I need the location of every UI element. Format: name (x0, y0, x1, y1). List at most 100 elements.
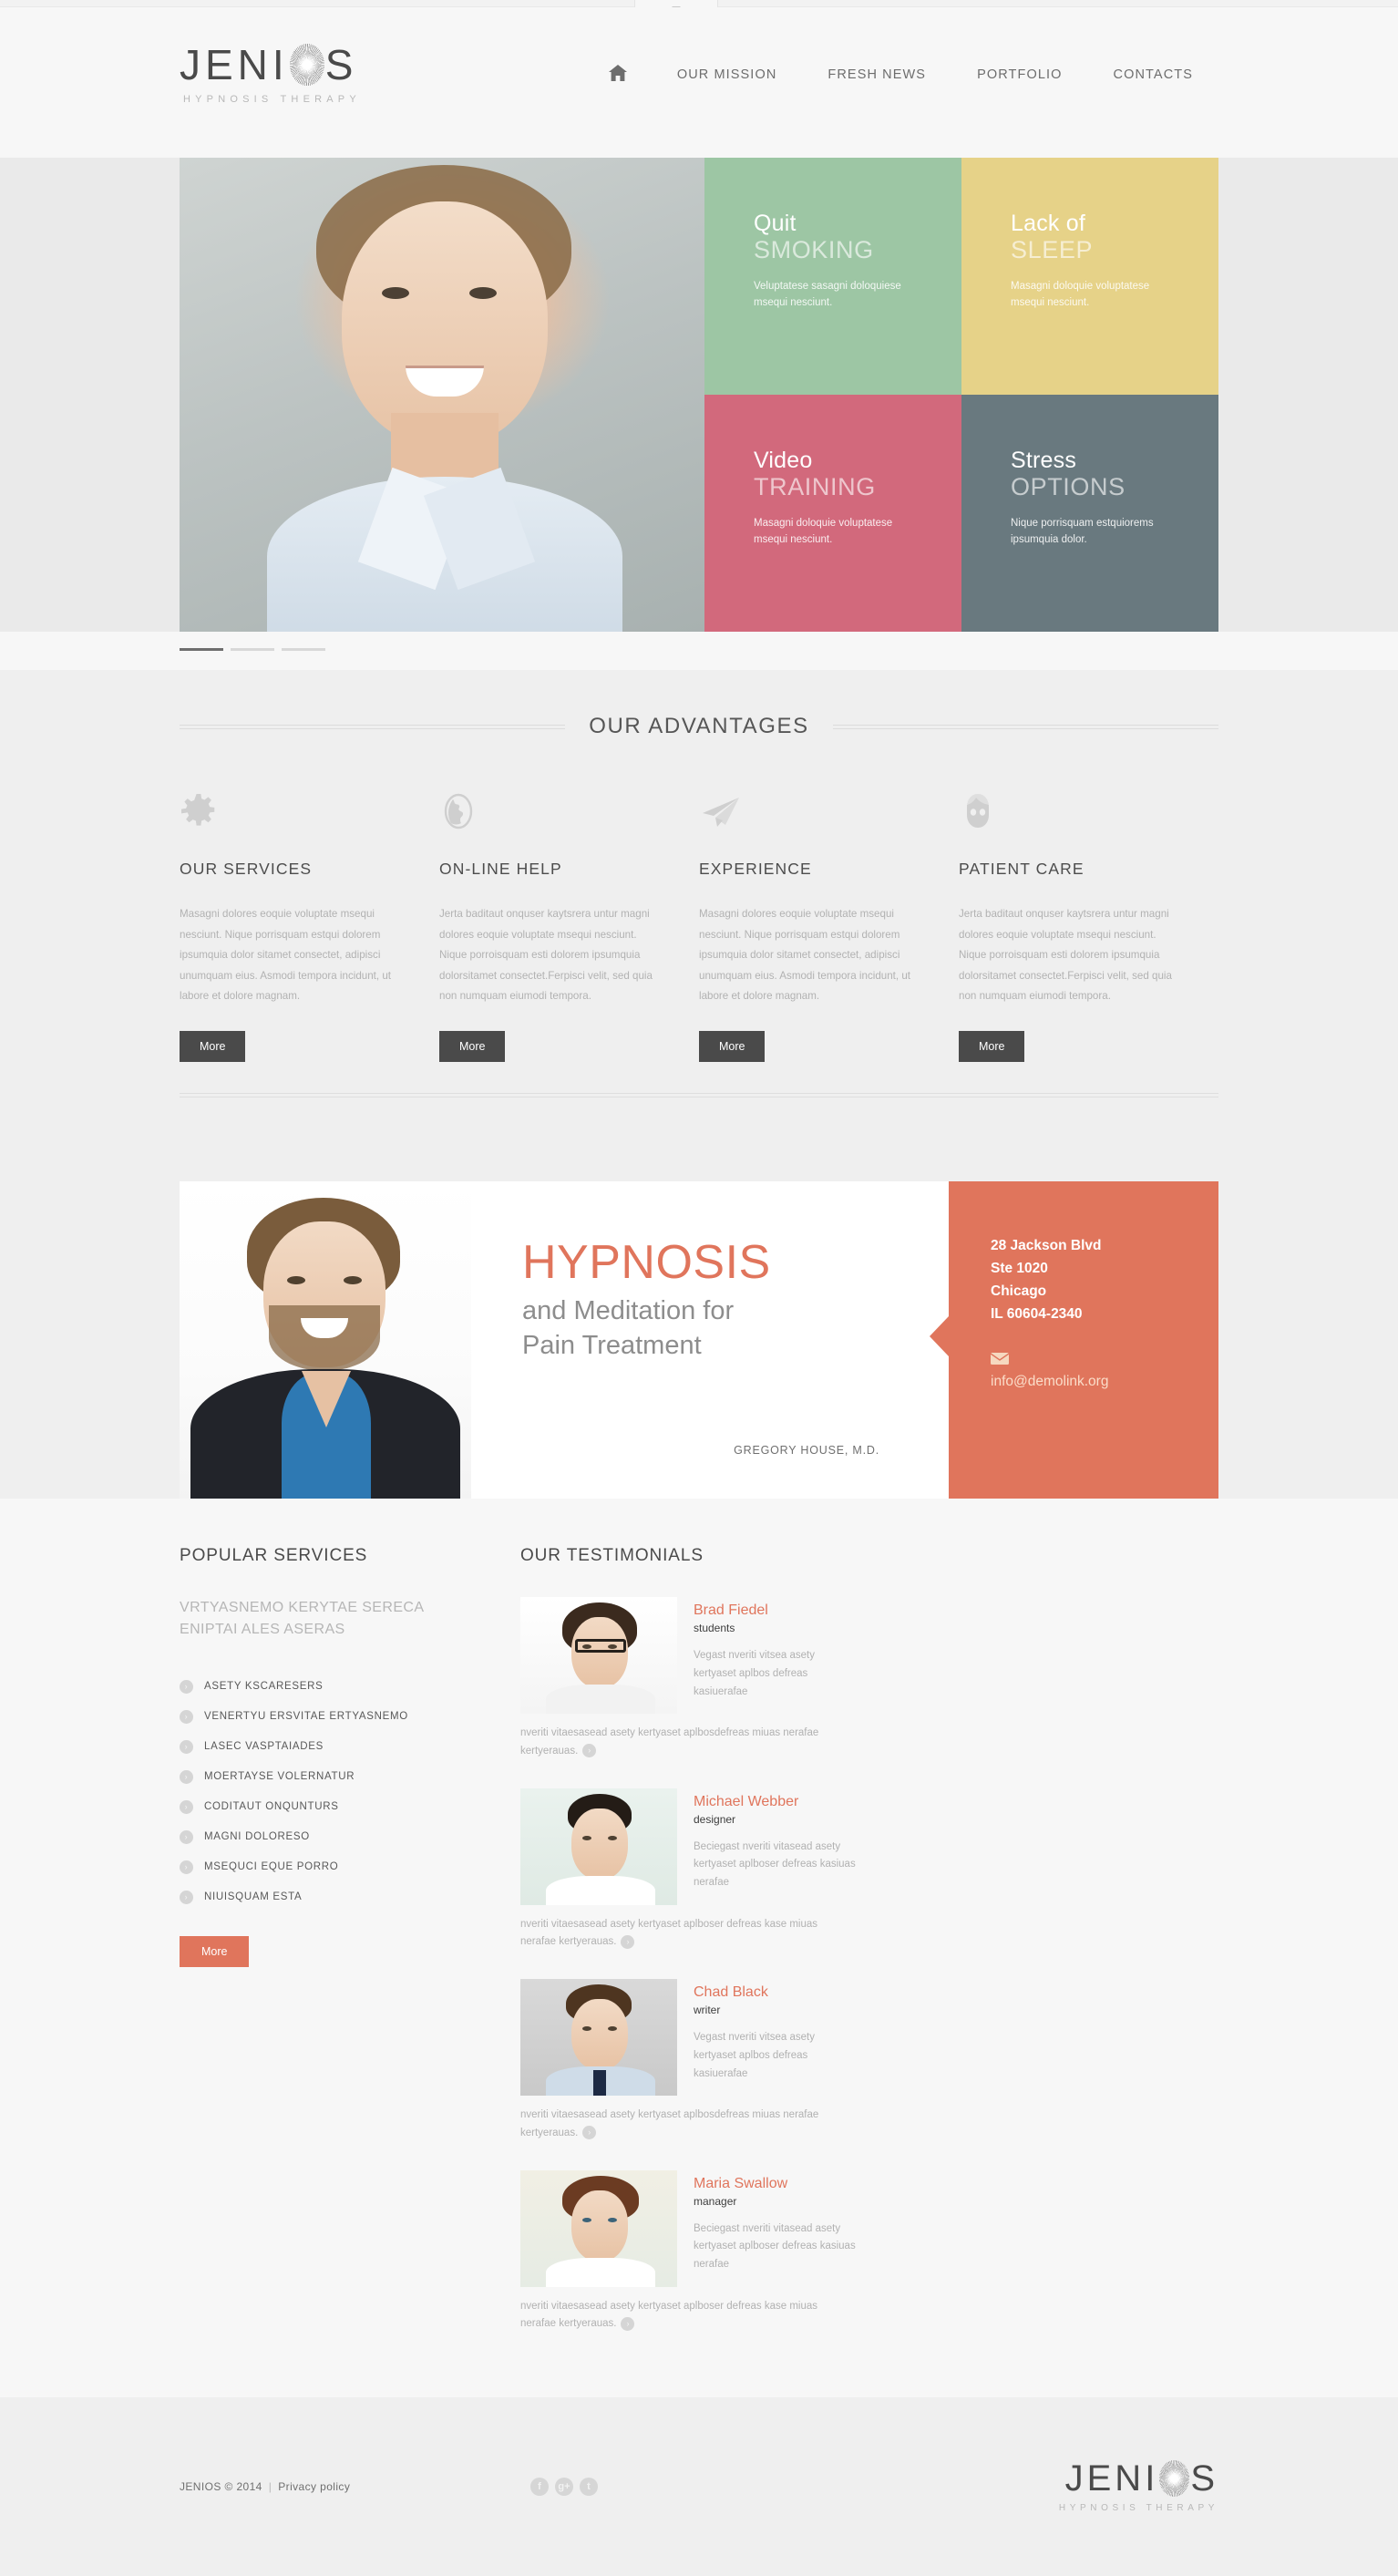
testimonials-block: OUR TESTIMONIALS Brad Fiedel students Ve… (520, 1546, 1218, 2334)
testimonial-card: Maria Swallow manager Beciegast nveriti … (520, 2169, 856, 2334)
testimonial-card: Chad Black writer Vegast nveriti vitsea … (520, 1979, 856, 2143)
chevron-right-icon[interactable]: › (621, 2316, 635, 2331)
hero-tile-title: Quit SMOKING (754, 211, 874, 263)
promo-address-panel: 28 Jackson Blvd Ste 1020 Chicago IL 6060… (930, 1180, 1218, 1499)
promo-title: HYPNOSIS (522, 1235, 771, 1289)
lower-section: POPULAR SERVICES VRTYASNEMO KERYTAE SERE… (0, 1498, 1398, 2334)
footer-brand-wordmark: JENI S (1055, 2458, 1218, 2499)
list-item[interactable]: › MAGNI DOLORESO (180, 1822, 478, 1852)
chevron-right-icon[interactable]: › (582, 1744, 597, 1758)
chevron-right-icon[interactable]: › (582, 2126, 597, 2140)
popular-services-lead: VRTYASNEMO KERYTAE SERECA ENIPTAI ALES A… (180, 1599, 425, 1637)
list-item[interactable]: › ASETY KSCARESERS (180, 1672, 478, 1702)
twitter-icon[interactable]: t (580, 2478, 598, 2497)
testimonial-card: Brad Fiedel students Vegast nveriti vits… (520, 1596, 856, 1761)
testimonial-footer: nveriti vitaesasead asety kertyaset aplb… (520, 1918, 817, 1949)
envelope-icon (990, 1353, 1010, 1365)
advantage-card-patient-care: PATIENT CARE Jerta baditaut onquser kayt… (959, 792, 1218, 1062)
slider-pagination-band (0, 632, 1398, 670)
chevron-right-icon: › (180, 1890, 193, 1904)
paper-plane-icon (699, 792, 913, 849)
slider-dot-1[interactable] (180, 648, 223, 651)
popular-services-block: POPULAR SERVICES VRTYASNEMO KERYTAE SERE… (180, 1546, 478, 2334)
brand-name-part2: S (324, 41, 358, 88)
top-strip (0, 0, 1398, 20)
sunburst-icon (1159, 2460, 1190, 2498)
advantage-text: Masagni dolores eoquie voluptate msequi … (180, 908, 391, 1003)
hero-tile-title: Stress OPTIONS (1011, 448, 1126, 500)
chevron-right-icon: › (180, 1739, 193, 1754)
list-item[interactable]: › CODITAUT ONQUNTURS (180, 1792, 478, 1822)
globe-icon (439, 792, 653, 849)
hero-tile-quit-smoking[interactable]: Quit SMOKING Veluptatese sasagni doloqui… (704, 158, 961, 395)
hero-tile-text: Nique porrisquam estquiorems ipsumquia d… (1011, 518, 1154, 545)
list-item[interactable]: › LASEC VASPTAIADES (180, 1732, 478, 1762)
promo-email-link[interactable]: info@demolink.org (991, 1374, 1218, 1390)
advantage-more-button[interactable]: More (699, 1030, 766, 1062)
brand-logo[interactable]: JENI S HYPNOSIS THERAPY (180, 44, 361, 105)
testimonial-card: Michael Webber designer Beciegast nverit… (520, 1788, 856, 1953)
brand-wordmark: JENI S (180, 44, 361, 86)
popular-services-list: › ASETY KSCARESERS › VENERTYU ERSVITAE ERT… (180, 1672, 478, 1912)
nav-item-portfolio[interactable]: PORTFOLIO (951, 67, 1087, 82)
site-footer: JENIOS © 2014 | Privacy policy f g+ t JENI… (0, 2397, 1398, 2576)
hero-tile-video-training[interactable]: Video TRAINING Masagni doloquie voluptat… (704, 395, 961, 632)
brand-tagline: HYPNOSIS THERAPY (183, 94, 361, 105)
testimonial-role: designer (694, 1812, 736, 1826)
testimonial-footer: nveriti vitaesasead asety kertyaset aplb… (520, 2109, 819, 2140)
list-item[interactable]: › MSEQUCI EQUE PORRO (180, 1852, 478, 1882)
testimonial-name: Brad Fiedel (694, 1602, 768, 1618)
page-root: JENI S HYPNOSIS THERAPY OUR MISSION FRES… (0, 0, 1398, 2576)
avatar (520, 1596, 677, 1714)
rule-left (180, 724, 566, 729)
footer-copyright: JENIOS © 2014 | Privacy policy (180, 2480, 351, 2494)
footer-brand-logo[interactable]: JENI S HYPNOSIS THERAPY (1055, 2460, 1218, 2513)
advantage-title: PATIENT CARE (959, 860, 1084, 878)
slider-dot-2[interactable] (231, 648, 274, 651)
nav-item-our-mission[interactable]: OUR MISSION (652, 67, 803, 82)
site-header: JENI S HYPNOSIS THERAPY OUR MISSION FRES… (0, 7, 1398, 158)
chevron-right-icon: › (180, 1679, 193, 1694)
popular-services-heading: POPULAR SERVICES (180, 1545, 368, 1565)
hero-tile-title: Lack of SLEEP (1011, 211, 1094, 263)
hero-tile-lack-of-sleep[interactable]: Lack of SLEEP Masagni doloquie voluptate… (961, 158, 1218, 395)
advantage-card-our-services: OUR SERVICES Masagni dolores eoquie volu… (180, 792, 439, 1062)
advantage-text: Jerta baditaut onquser kaytsrera untur m… (959, 908, 1172, 1003)
nav-item-home[interactable] (582, 64, 652, 86)
footer-brand-tagline: HYPNOSIS THERAPY (1058, 2503, 1218, 2514)
advantage-more-button[interactable]: More (959, 1030, 1025, 1062)
advantage-card-online-help: ON-LINE HELP Jerta baditaut onquser kayt… (439, 792, 699, 1062)
list-item[interactable]: › NIUISQUAM ESTA (180, 1882, 478, 1912)
advantage-card-experience: EXPERIENCE Masagni dolores eoquie volupt… (699, 792, 959, 1062)
facebook-icon[interactable]: f (530, 2478, 549, 2497)
hero-tile-stress-options[interactable]: Stress OPTIONS Nique porrisquam estquior… (961, 395, 1218, 632)
testimonial-quote: Vegast nveriti vitsea asety kertyaset ap… (694, 1649, 815, 1697)
testimonial-role: manager (694, 2194, 737, 2208)
list-item[interactable]: › VENERTYU ERSVITAE ERTYASNEMO (180, 1702, 478, 1732)
privacy-policy-link[interactable]: Privacy policy (278, 2480, 350, 2493)
advantage-more-button[interactable]: More (180, 1030, 246, 1062)
advantage-title: OUR SERVICES (180, 860, 313, 878)
nav-item-contacts[interactable]: CONTACTS (1088, 67, 1218, 82)
promo-byline: GREGORY HOUSE, M.D. (734, 1443, 879, 1457)
chevron-right-icon: › (180, 1860, 193, 1874)
google-plus-icon[interactable]: g+ (555, 2478, 573, 2497)
services-more-button[interactable]: More (180, 1935, 250, 1967)
sunburst-icon (289, 44, 324, 86)
testimonial-name: Chad Black (694, 1984, 768, 2001)
promo-subtitle: and Meditation for Pain Treatment (522, 1295, 735, 1361)
advantages-section: OUR ADVANTAGES OUR SERVICES Masagni dolo… (0, 670, 1398, 1149)
testimonial-quote: Beciegast nveriti vitasead asety kertyas… (694, 2222, 856, 2271)
advantage-title: EXPERIENCE (699, 860, 812, 878)
advantage-more-button[interactable]: More (439, 1030, 506, 1062)
slider-dot-3[interactable] (282, 648, 325, 651)
footer-brand-part2: S (1190, 2458, 1218, 2499)
chevron-right-icon[interactable]: › (621, 1934, 635, 1949)
testimonial-quote: Vegast nveriti vitsea asety kertyaset ap… (694, 2032, 815, 2079)
list-item[interactable]: › MOERTAYSE VOLERNATUR (180, 1762, 478, 1792)
person-icon (959, 792, 1173, 849)
avatar (520, 2169, 677, 2287)
social-links: f g+ t (530, 2478, 598, 2497)
nav-item-fresh-news[interactable]: FRESH NEWS (802, 67, 951, 82)
hero-tile-text: Veluptatese sasagni doloquiese msequi ne… (754, 281, 901, 308)
